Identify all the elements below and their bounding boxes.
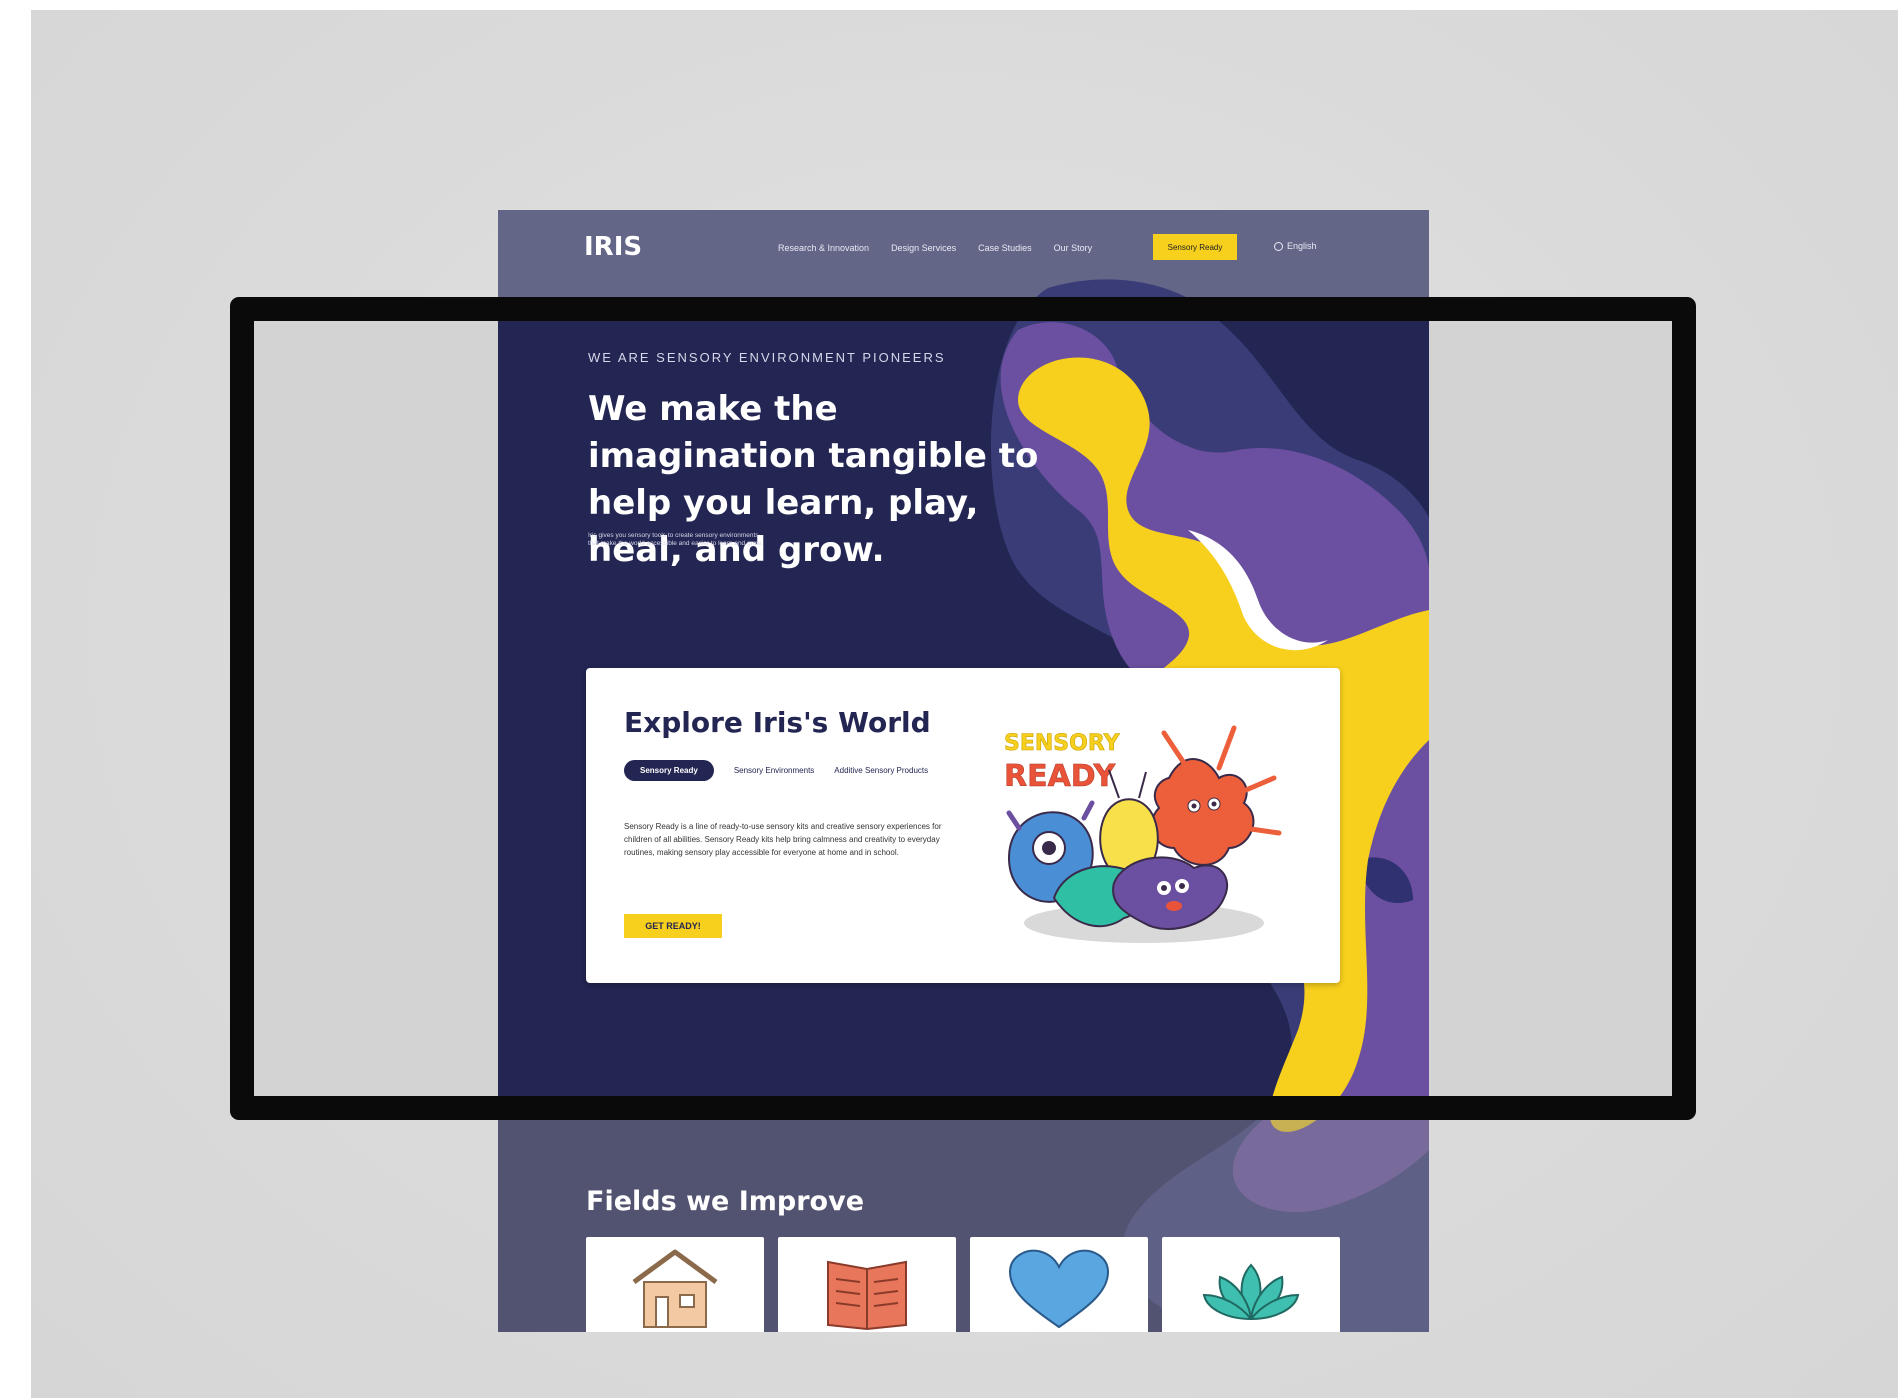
book-icon	[827, 1260, 907, 1331]
brand-logo[interactable]: IRIS	[584, 232, 642, 262]
field-card-wellbeing[interactable]	[1162, 1237, 1340, 1332]
globe-icon	[1274, 241, 1283, 251]
nav-item-research[interactable]: Research & Innovation	[778, 243, 869, 253]
language-selector[interactable]: English	[1274, 241, 1317, 251]
nav-item-design[interactable]: Design Services	[891, 243, 956, 253]
field-card-education[interactable]	[778, 1237, 956, 1332]
main-nav: Research & Innovation Design Services Ca…	[778, 243, 1092, 253]
fields-grid	[586, 1237, 1340, 1332]
language-label: English	[1287, 241, 1317, 251]
field-card-health[interactable]	[970, 1237, 1148, 1332]
fields-title: Fields we Improve	[586, 1186, 865, 1217]
nav-item-case-studies[interactable]: Case Studies	[978, 243, 1032, 253]
nav-item-our-story[interactable]: Our Story	[1054, 243, 1093, 253]
heart-icon	[1008, 1249, 1110, 1329]
house-icon	[632, 1249, 718, 1328]
lotus-icon	[1202, 1263, 1300, 1321]
field-card-home[interactable]	[586, 1237, 764, 1332]
viewport-frame	[230, 297, 1696, 1120]
sensory-ready-nav-button[interactable]: Sensory Ready	[1153, 234, 1237, 260]
